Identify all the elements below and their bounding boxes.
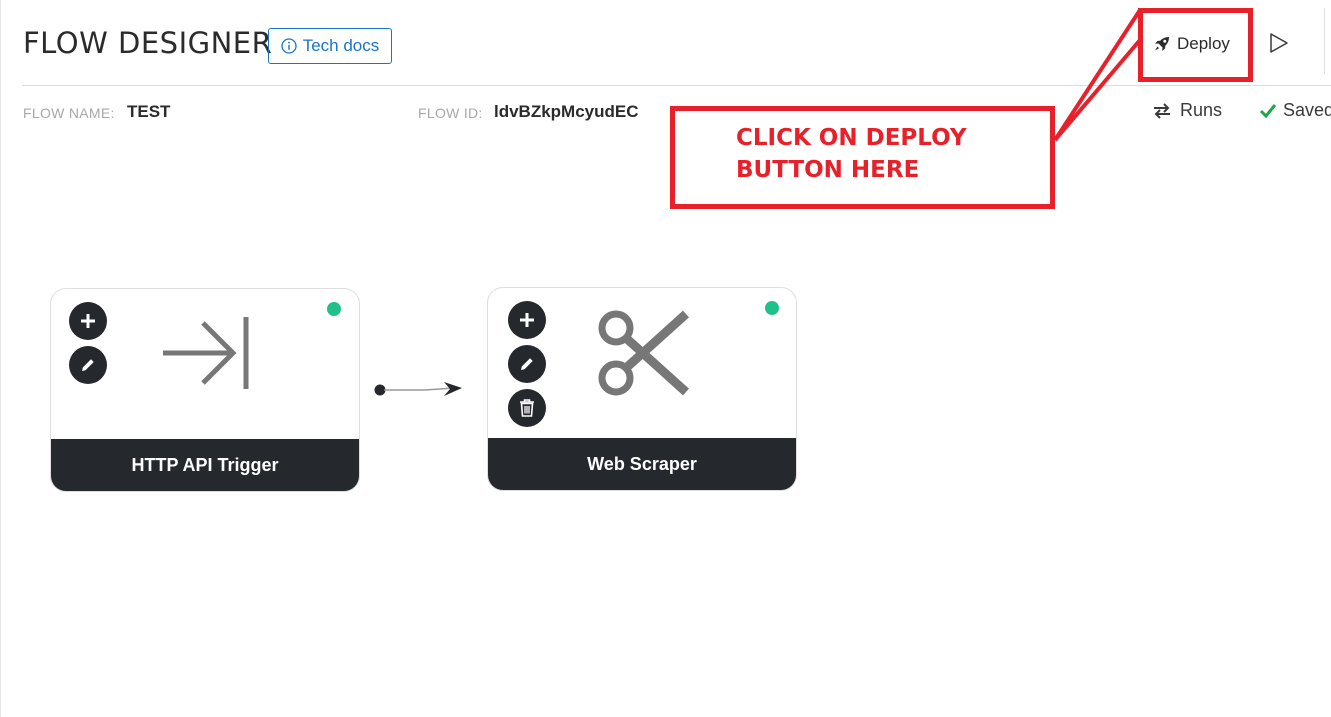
flow-name-value: TEST <box>127 102 171 121</box>
flow-node-http-api-trigger[interactable]: HTTP API Trigger <box>50 288 360 492</box>
header-divider-right <box>1324 8 1325 74</box>
tech-docs-button[interactable]: Tech docs <box>268 28 392 64</box>
page-title: FLOW DESIGNER <box>23 26 273 60</box>
node-title: HTTP API Trigger <box>51 439 359 491</box>
node-status-indicator <box>765 301 779 315</box>
edit-node-button[interactable] <box>69 346 107 384</box>
runs-label: Runs <box>1180 100 1223 120</box>
left-border <box>0 0 1 717</box>
flow-name-label: FLOW NAME: <box>23 105 115 121</box>
flow-id-label: FLOW ID: <box>418 105 483 121</box>
delete-node-button[interactable] <box>508 389 546 427</box>
pencil-icon <box>521 358 533 370</box>
arrow-to-line-icon <box>163 317 249 389</box>
header-divider <box>22 85 1331 86</box>
info-icon <box>281 38 297 54</box>
flow-node-web-scraper[interactable]: Web Scraper <box>487 287 797 491</box>
annotation-text: CLICK ON DEPLOY BUTTON HERE <box>736 125 967 183</box>
annotation-highlight-deploy <box>1138 8 1253 82</box>
flow-designer-page: FLOW DESIGNER Tech docs Deploy FLOW NAME… <box>0 0 1331 717</box>
edit-node-button[interactable] <box>508 345 546 383</box>
trash-icon <box>520 399 534 417</box>
play-icon <box>1270 33 1288 53</box>
add-node-button[interactable] <box>69 302 107 340</box>
flow-connection-edge <box>374 382 462 396</box>
saved-status: Saved <box>1259 100 1331 121</box>
check-icon <box>1259 103 1277 118</box>
swap-arrows-icon <box>1154 102 1170 119</box>
plus-icon <box>81 314 95 328</box>
run-button[interactable] <box>1268 32 1290 54</box>
flow-id-value: ldvBZkpMcyudEC <box>494 102 639 121</box>
node-title: Web Scraper <box>488 438 796 490</box>
saved-label: Saved <box>1283 100 1331 120</box>
plus-icon <box>520 313 534 327</box>
runs-button[interactable]: Runs <box>1152 100 1222 121</box>
add-node-button[interactable] <box>508 301 546 339</box>
tech-docs-label: Tech docs <box>302 36 380 55</box>
pencil-icon <box>82 359 94 371</box>
scissors-icon <box>598 310 690 396</box>
node-status-indicator <box>327 302 341 316</box>
